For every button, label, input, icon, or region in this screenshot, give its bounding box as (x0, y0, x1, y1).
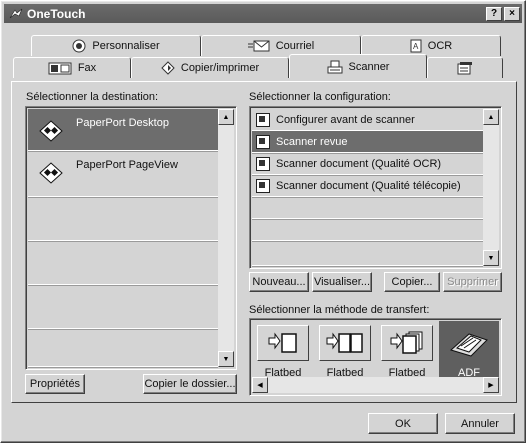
tab-copier-imprimer[interactable]: Copier/imprimer (131, 57, 289, 78)
config-item-label: Scanner document (Qualité télécopie) (276, 179, 461, 192)
radio-disc-icon (72, 39, 86, 53)
tab-label: Courriel (275, 40, 315, 52)
tab-label: Personnaliser (92, 40, 160, 52)
new-config-button[interactable]: Nouveau... (249, 272, 309, 292)
transfer-option-flatbed-3[interactable]: Flatbed (377, 321, 437, 383)
config-item-label: Configurer avant de scanner (276, 113, 415, 126)
ok-button[interactable]: OK (368, 413, 438, 434)
help-button[interactable]: ? (486, 6, 502, 21)
destination-empty-slot (28, 285, 218, 329)
tab-label: Scanner (348, 60, 390, 73)
close-button[interactable]: × (504, 6, 520, 21)
onetouch-window: OneTouch ? × Personnaliser Courriel A OC… (0, 0, 526, 443)
tab-ocr[interactable]: A OCR (361, 35, 501, 56)
tab-fax[interactable]: Fax (13, 57, 131, 78)
onetouch-app-icon (9, 8, 23, 18)
destination-label: Sélectionner la destination: (26, 91, 159, 103)
config-item-label: Scanner revue (276, 135, 348, 148)
scroll-up-button[interactable]: ▲ (218, 109, 234, 125)
destination-item-paperport-pageview[interactable]: PaperPort PageView (28, 151, 218, 197)
destination-item-label: PaperPort Desktop (76, 117, 169, 129)
scroll-down-button[interactable]: ▼ (483, 250, 499, 266)
transfer-option-adf[interactable]: ADF (439, 321, 499, 383)
email-icon (247, 40, 270, 52)
config-item-label: Scanner document (Qualité OCR) (276, 157, 442, 170)
destination-item-label: PaperPort PageView (76, 159, 178, 171)
tab-courriel[interactable]: Courriel (201, 35, 361, 56)
configuration-list[interactable]: Configurer avant de scanner Scanner revu… (249, 106, 502, 269)
scroll-down-button[interactable]: ▼ (218, 351, 234, 367)
tab-personnaliser[interactable]: Personnaliser (31, 35, 201, 56)
tab-scanner[interactable]: Scanner (289, 54, 427, 78)
ocr-page-icon: A (410, 39, 422, 53)
tab-label: Fax (77, 62, 97, 74)
config-empty-slot (252, 219, 483, 241)
config-item-scanner-revue[interactable]: Scanner revue (252, 131, 483, 153)
scan-config-icon (256, 156, 270, 171)
scroll-right-button[interactable]: ▶ (483, 377, 499, 393)
scanner-panel: Sélectionner la destination: PaperPort D… (11, 81, 517, 403)
two-page-icon (326, 332, 363, 353)
paperport-icon (39, 120, 63, 142)
scroll-left-button[interactable]: ◀ (252, 377, 268, 393)
cancel-button[interactable]: Annuler (445, 413, 515, 434)
tab-label: Copier/imprimer (180, 62, 260, 74)
view-config-button[interactable]: Visualiser... (312, 272, 372, 292)
paperport-icon (39, 162, 63, 184)
config-empty-slot (252, 241, 483, 266)
config-item-telecopie[interactable]: Scanner document (Qualité télécopie) (252, 175, 483, 197)
destination-empty-slot (28, 241, 218, 285)
config-item-ocr[interactable]: Scanner document (Qualité OCR) (252, 153, 483, 175)
transfer-label: Sélectionner la méthode de transfert: (249, 304, 430, 316)
svg-text:A: A (413, 42, 419, 51)
destination-list[interactable]: PaperPort Desktop PaperPort PageView ▲ ▼ (25, 106, 237, 370)
single-page-icon (268, 332, 297, 353)
copy-config-button[interactable]: Copier... (384, 272, 440, 292)
destination-empty-slot (28, 329, 218, 367)
configuration-label: Sélectionner la configuration: (249, 91, 391, 103)
transfer-panel[interactable]: Flatbed Flatbed Flatbed ADF ◀ ▶ (249, 318, 502, 396)
scan-config-icon (256, 178, 270, 193)
scan-config-icon (256, 134, 270, 149)
transfer-scrollbar[interactable]: ◀ ▶ (252, 377, 499, 393)
config-item-configurer[interactable]: Configurer avant de scanner (252, 109, 483, 131)
copy-folder-button[interactable]: Copier le dossier... (143, 374, 237, 394)
scroll-up-button[interactable]: ▲ (483, 109, 499, 125)
title-bar[interactable]: OneTouch ? × (4, 4, 522, 23)
fax-icon (48, 62, 72, 75)
tab-properties[interactable] (427, 57, 503, 78)
copy-print-icon (161, 61, 175, 75)
transfer-option-flatbed-1[interactable]: Flatbed (253, 321, 313, 383)
transfer-option-flatbed-2[interactable]: Flatbed (315, 321, 375, 383)
destination-item-paperport-desktop[interactable]: PaperPort Desktop (28, 109, 218, 151)
destination-scrollbar[interactable]: ▲ ▼ (218, 109, 234, 367)
window-title: OneTouch (27, 6, 86, 21)
properties-page-icon (457, 62, 472, 75)
delete-config-button[interactable]: Supprimer (443, 272, 502, 292)
properties-button[interactable]: Propriétés (25, 374, 85, 394)
config-empty-slot (252, 197, 483, 219)
configuration-scrollbar[interactable]: ▲ ▼ (483, 109, 499, 266)
multi-page-icon (390, 331, 423, 354)
scan-config-icon (256, 112, 270, 127)
destination-empty-slot (28, 197, 218, 241)
scanner-icon (327, 60, 342, 73)
adf-feeder-icon (449, 333, 488, 357)
tab-label: OCR (427, 40, 453, 52)
